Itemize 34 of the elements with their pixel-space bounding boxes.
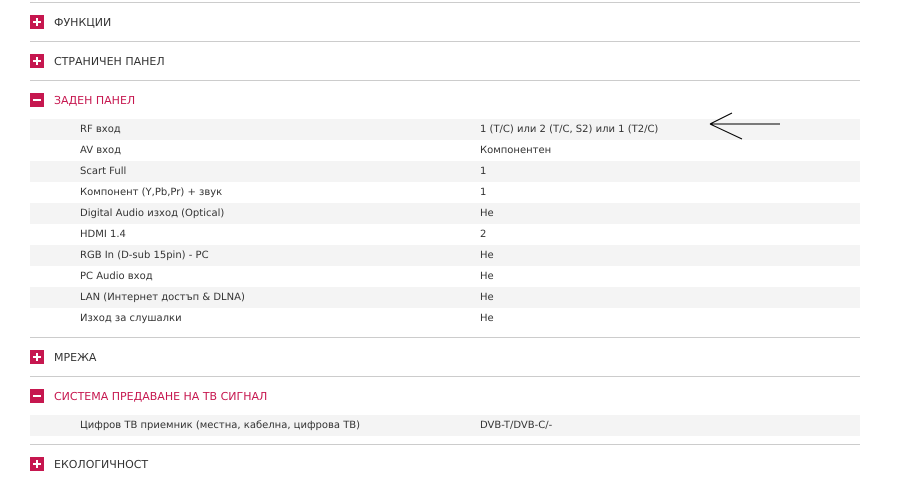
- spec-value: Не: [480, 208, 494, 219]
- collapse-icon[interactable]: [30, 93, 44, 107]
- section-title[interactable]: СТРАНИЧЕН ПАНЕЛ: [54, 54, 165, 68]
- expand-icon[interactable]: [30, 54, 44, 68]
- section-title[interactable]: ЕКОЛОГИЧНОСТ: [54, 458, 148, 470]
- spec-value: 1 (T/C) или 2 (T/C, S2) или 1 (T2/C): [480, 124, 658, 135]
- spec-label: AV вход: [79, 145, 122, 156]
- section-title[interactable]: ЗАДЕН ПАНЕЛ: [54, 94, 136, 106]
- spec-label: Компонент (Y,Pb,Pr) + звук: [79, 187, 224, 198]
- section-title[interactable]: СИСТЕМА ПРЕДАВАНЕ НА ТВ СИГНАЛ: [54, 390, 268, 402]
- spec-value: Компонентен: [480, 145, 552, 156]
- spec-label: Изход за слушалки: [79, 313, 183, 324]
- expand-icon[interactable]: [30, 350, 44, 364]
- spec-value: Не: [480, 313, 494, 324]
- spec-value: Не: [480, 292, 494, 303]
- spec-label: PC Audio вход: [79, 271, 154, 282]
- spec-value: 1: [480, 187, 486, 198]
- spec-value: Не: [480, 271, 494, 282]
- spec-label: LAN (Интернет достъп & DLNA): [79, 292, 246, 303]
- spec-value: 1: [480, 166, 486, 177]
- spec-label: Цифров ТВ приемник (местна, кабелна, цифрова ТВ): [79, 420, 362, 431]
- spec-value: 2: [480, 229, 486, 240]
- collapse-icon[interactable]: [30, 389, 44, 403]
- spec-value: DVB-T/DVB-C/-: [480, 420, 552, 431]
- spec-label: Scart Full: [79, 166, 128, 177]
- expand-icon[interactable]: [30, 457, 44, 471]
- spec-label: HDMI 1.4: [79, 229, 127, 240]
- section-title[interactable]: МРЕЖА: [54, 350, 96, 364]
- expand-icon[interactable]: [30, 15, 44, 29]
- spec-label: Digital Audio изход (Optical): [79, 208, 226, 219]
- spec-value: Не: [480, 250, 494, 261]
- spec-label: RF вход: [79, 124, 122, 135]
- spec-label: RGB In (D-sub 15pin) - PC: [79, 250, 210, 261]
- section-title[interactable]: ФУНКЦИИ: [54, 16, 112, 28]
